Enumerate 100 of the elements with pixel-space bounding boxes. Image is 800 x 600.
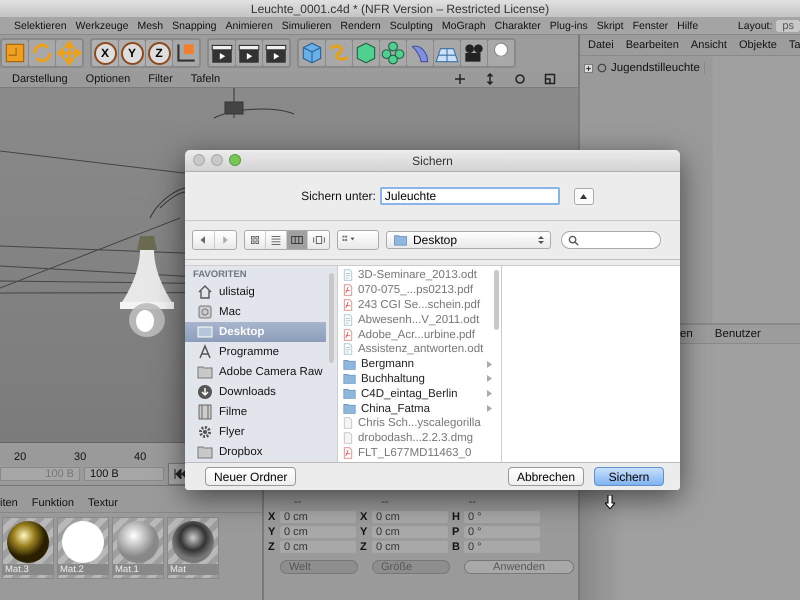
view-mode-button[interactable] — [287, 231, 308, 249]
viewport-menu-item[interactable]: Filter — [148, 73, 173, 85]
sidebar-item[interactable]: Mac — [185, 302, 326, 322]
menu-item[interactable]: Selektieren — [14, 20, 67, 32]
bent-shape-icon[interactable] — [407, 40, 433, 66]
render-view-icon[interactable] — [209, 40, 235, 66]
axis-lock-button[interactable]: X — [92, 40, 118, 66]
axis-label: P — [452, 526, 460, 538]
menu-item[interactable]: Plug-ins — [550, 20, 588, 32]
dialog-button[interactable]: Abbrechen — [508, 467, 584, 486]
cube-icon[interactable] — [299, 40, 325, 66]
scrollbar[interactable] — [329, 273, 334, 363]
sidebar-item[interactable]: Flyer — [185, 422, 326, 442]
rotate-view-icon[interactable] — [514, 73, 526, 85]
move-view-icon[interactable] — [454, 73, 466, 85]
dialog-button[interactable]: Neuer Ordner — [205, 467, 296, 486]
file-item[interactable]: drobodash...2.2.3.dmg — [338, 430, 492, 446]
sidebar-item[interactable]: ulistaig — [185, 282, 326, 302]
menu-item[interactable]: Skript — [596, 20, 624, 32]
axis-label: Z — [360, 541, 368, 553]
axis-label: Z — [268, 541, 276, 553]
file-item[interactable]: C4D_eintag_Berlin — [338, 386, 492, 402]
object-menu-item[interactable]: Bearbeiten — [626, 39, 679, 51]
size-field[interactable]: 0 cm — [372, 541, 448, 553]
apps-icon — [197, 344, 213, 360]
view-mode-control[interactable] — [244, 230, 330, 250]
folder-icon — [342, 387, 357, 400]
file-name-field[interactable]: Juleuchte — [380, 187, 560, 205]
position-field[interactable]: 0 cm — [280, 511, 356, 523]
attribute-tab[interactable]: Benutzer — [714, 328, 761, 340]
light-bulb-icon[interactable] — [488, 40, 514, 66]
viewport-menu-item[interactable]: Optionen — [86, 73, 130, 85]
file-item[interactable]: 070-075_...ps0213.pdf — [338, 282, 492, 298]
sidebar-item[interactable]: Adobe Camera Raw — [185, 362, 326, 382]
sidebar-item[interactable]: Downloads — [185, 382, 326, 402]
dialog-button[interactable]: Sichern — [594, 467, 664, 486]
file-item[interactable]: Adobe_Acr...urbine.pdf — [338, 327, 492, 342]
menu-item[interactable]: Werkzeuge — [76, 20, 128, 32]
render-picture-icon[interactable] — [236, 40, 262, 66]
zoom-view-icon[interactable] — [484, 73, 496, 85]
axis-lock-button[interactable]: Z — [146, 40, 172, 66]
file-item[interactable]: 3D-Seminare_2013.odt — [338, 268, 492, 283]
menu-item[interactable]: Snapping — [172, 20, 217, 32]
size-field[interactable]: 0 cm — [372, 511, 448, 523]
material-menu-item[interactable]: Textur — [88, 497, 118, 509]
rotation-field[interactable]: 0 ° — [464, 526, 540, 538]
sidebar-item[interactable]: Filme — [185, 402, 326, 422]
menu-item[interactable]: Mesh — [137, 20, 164, 32]
floor-grid-icon[interactable] — [434, 40, 460, 66]
attribute-tab[interactable]: en — [680, 328, 693, 340]
zoom-button[interactable] — [229, 154, 241, 166]
subdivision-cube-icon[interactable] — [353, 40, 379, 66]
file-item[interactable]: Buchhaltung — [338, 372, 492, 386]
object-menu-item[interactable]: Objekte — [738, 39, 777, 51]
layout-view-icon[interactable] — [544, 73, 556, 85]
live-selection-icon[interactable] — [2, 40, 28, 66]
file-item[interactable]: Abwesenh...V_2011.odt — [338, 312, 492, 328]
menu-item[interactable]: Hilfe — [677, 20, 698, 32]
file-item[interactable]: 243 CGI Se...schein.pdf — [338, 298, 492, 312]
location-popup[interactable]: Desktop — [386, 231, 551, 249]
rotation-field[interactable]: 0 ° — [464, 511, 540, 523]
file-item[interactable]: Chris Sch...yscalegorilla — [338, 416, 492, 431]
search-field[interactable] — [561, 231, 661, 249]
flower-icon[interactable] — [380, 40, 406, 66]
viewport-menu-item[interactable]: Darstellung — [12, 73, 68, 85]
scrollbar[interactable] — [494, 270, 499, 330]
sidebar-header: FAVORITEN — [192, 269, 248, 282]
arrange-control[interactable] — [337, 230, 379, 250]
object-menu-item[interactable]: Ansicht — [690, 39, 727, 51]
menu-item[interactable]: Rendern — [340, 20, 381, 32]
position-field[interactable]: 0 cm — [280, 526, 356, 538]
rotation-field[interactable]: 0 ° — [464, 541, 540, 553]
viewport-menu-item[interactable]: Tafeln — [190, 73, 220, 85]
size-field[interactable]: 0 cm — [372, 526, 448, 538]
render-settings-icon[interactable] — [263, 40, 289, 66]
file-item[interactable]: China_Fatma — [338, 401, 492, 416]
axis-lock-button[interactable]: Y — [119, 40, 145, 66]
menu-item[interactable]: Sculpting — [390, 20, 433, 32]
menu-item[interactable]: Simulieren — [282, 20, 332, 32]
layout-dropdown[interactable]: ps — [776, 20, 800, 32]
material-menu-item[interactable]: iten — [0, 497, 18, 509]
coordinate-system-icon[interactable] — [173, 40, 199, 66]
menu-item[interactable]: Animieren — [226, 20, 273, 32]
file-item[interactable]: Assistenz_antworten.odt — [338, 342, 492, 357]
file-item[interactable]: Bergmann — [338, 356, 492, 372]
folder-icon — [197, 364, 213, 380]
object-menu-item[interactable]: Datei — [588, 39, 614, 51]
object-name[interactable]: Jugendstilleuchte — [611, 62, 705, 74]
collapse-button[interactable] — [574, 188, 594, 204]
sidebar-item[interactable]: Programme — [185, 342, 326, 362]
menu-item[interactable]: MoGraph — [442, 20, 486, 32]
position-field[interactable]: 0 cm — [280, 541, 356, 553]
sidebar-item[interactable]: Dropbox — [185, 442, 326, 462]
menu-item[interactable]: Fenster — [632, 20, 668, 32]
material-menu-item[interactable]: Funktion — [32, 497, 74, 509]
menu-item[interactable]: Charakter — [494, 20, 541, 32]
file-item[interactable]: FLT_L677MD11463_0 — [338, 446, 492, 460]
frame-field[interactable]: 100 B — [84, 467, 164, 481]
camera-icon[interactable] — [461, 40, 487, 66]
ruler-label: 30 — [74, 451, 88, 463]
